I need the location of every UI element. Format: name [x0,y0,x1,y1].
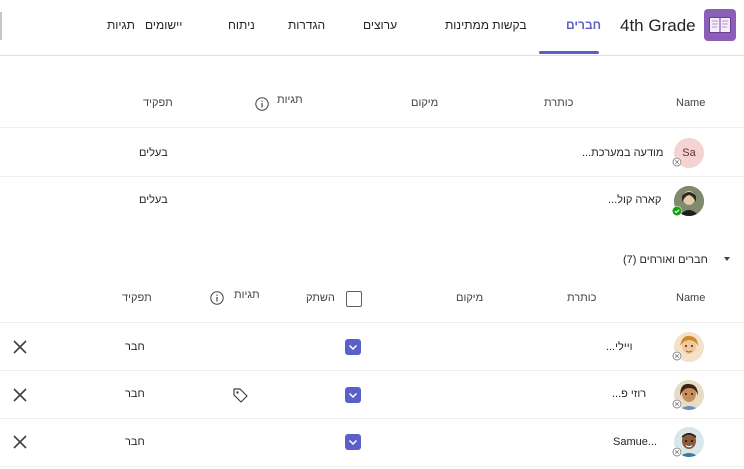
team-name: 4th Grade [620,16,696,35]
header-divider [0,55,744,56]
col-title[interactable]: כותרת [544,97,573,109]
col-mute[interactable]: השתק [306,292,335,304]
member-role[interactable]: חבר [125,341,145,353]
close-icon[interactable] [12,387,28,403]
mute-all-checkbox[interactable] [346,291,362,307]
col-title[interactable]: כותרת [567,292,596,304]
table-row[interactable]: קארה קול... בעלים [0,177,744,225]
member-name[interactable]: ויילי... [606,341,632,353]
table-row[interactable]: Sa מודעה במערכת... בעלים [0,128,744,176]
member-role[interactable]: בעלים [139,194,168,206]
mute-dropdown[interactable] [345,339,361,355]
member-role[interactable]: חבר [125,388,145,400]
offline-status-icon [672,351,682,361]
tag-icon[interactable] [231,386,249,404]
member-name[interactable]: מודעה במערכת... [582,147,663,159]
row-divider [0,466,744,467]
col-tags[interactable]: תגיות [277,94,303,106]
member-name[interactable]: Samue... [613,436,657,448]
book-icon [709,17,731,33]
tab-pending-requests[interactable]: בקשות ממתינות [445,18,527,32]
tab-members[interactable]: חברים [566,18,601,32]
col-tags[interactable]: תגיות [234,289,260,301]
offline-status-icon [672,447,682,457]
col-name[interactable]: Name [676,292,705,304]
tab-analytics[interactable]: ניתוח [228,18,255,32]
col-location[interactable]: מיקום [411,97,438,109]
tab-channels[interactable]: ערוצים [363,18,397,32]
table-row[interactable]: חבר ויילי... [0,323,744,370]
tab-tags[interactable]: תגיות [107,18,135,32]
info-icon[interactable] [210,291,224,305]
col-role[interactable]: תפקיד [143,97,173,109]
chevron-down-icon [348,439,358,446]
table-row[interactable]: חבר רוזי פ... [0,371,744,418]
chevron-down-icon [724,257,730,261]
col-role[interactable]: תפקיד [122,292,152,304]
offline-status-icon [672,399,682,409]
chevron-down-icon [348,392,358,399]
mute-dropdown[interactable] [345,434,361,450]
member-role[interactable]: חבר [125,436,145,448]
member-name[interactable]: קארה קול... [608,194,661,206]
section-label: חברים ואורחים (7) [623,254,708,266]
member-role[interactable]: בעלים [139,147,168,159]
table-row[interactable]: חבר Samue... [0,419,744,466]
member-name[interactable]: רוזי פ... [612,388,646,400]
team-icon [704,9,736,41]
chevron-down-icon [348,344,358,351]
active-tab-indicator [539,51,599,54]
close-icon[interactable] [12,434,28,450]
close-icon[interactable] [12,339,28,355]
offline-status-icon [672,157,682,167]
col-name[interactable]: Name [676,97,705,109]
mute-dropdown[interactable] [345,387,361,403]
window-edge [0,12,2,40]
tab-apps[interactable]: יישומים [145,18,182,32]
col-location[interactable]: מיקום [456,292,483,304]
members-section-toggle[interactable]: חברים ואורחים (7) [560,250,744,270]
info-icon[interactable] [255,97,269,111]
available-status-icon [672,206,682,216]
tab-settings[interactable]: הגדרות [288,18,325,32]
